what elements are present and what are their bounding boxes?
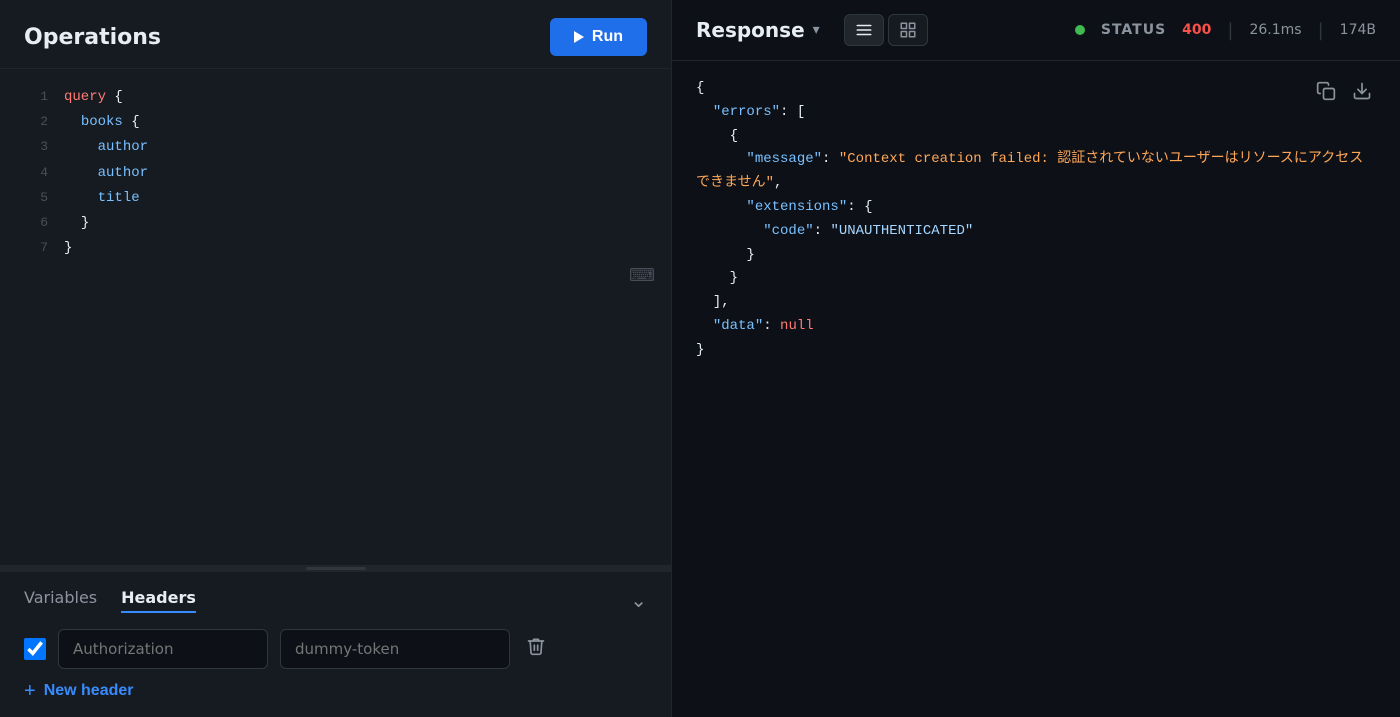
status-code: 400 [1182,22,1211,38]
tab-variables[interactable]: Variables [24,588,97,613]
left-panel: Operations Run 1 query { 2 books { 3 aut… [0,0,672,717]
run-button[interactable]: Run [550,18,647,56]
code-line: 5 title [0,186,671,211]
view-toggle [844,14,928,46]
authorization-key-input[interactable] [58,629,268,669]
main-layout: Operations Run 1 query { 2 books { 3 aut… [0,0,1400,717]
right-panel: Response ▾ [672,0,1400,717]
code-line: 2 books { [0,110,671,135]
bottom-panel: Variables Headers ⌄ [0,571,671,717]
response-actions [1312,77,1376,110]
response-title[interactable]: Response ▾ [696,18,820,42]
status-label: STATUS [1101,22,1166,38]
status-dot [1075,25,1085,35]
response-header: Response ▾ [672,0,1400,61]
tabs-row: Variables Headers ⌄ [24,588,647,613]
response-size: 174B [1340,22,1376,38]
operations-title: Operations [24,25,161,50]
new-header-label: New header [44,682,134,700]
tab-list: Variables Headers [24,588,196,613]
copy-button[interactable] [1312,77,1340,110]
code-line: 7 } [0,236,671,261]
header-row [24,629,647,669]
chevron-down-icon: ▾ [813,22,820,38]
collapse-button[interactable]: ⌄ [630,588,647,613]
code-line: 3 author [0,135,671,160]
resize-handle-inner [306,567,366,570]
keyboard-icon: ⌨ [629,265,655,286]
download-button[interactable] [1348,77,1376,110]
grid-view-button[interactable] [888,14,928,46]
response-meta: STATUS 400 | 26.1ms | 174B [1075,20,1376,41]
delete-header-button[interactable] [522,632,550,666]
json-viewer: { "errors": [ { "message": "Context crea… [696,77,1376,363]
header-checkbox[interactable] [24,638,46,660]
new-header-button[interactable]: + New header [24,681,134,701]
run-icon [574,31,584,43]
list-view-button[interactable] [844,14,884,46]
operations-header: Operations Run [0,0,671,69]
code-line: 6 } [0,211,671,236]
tab-headers[interactable]: Headers [121,588,196,613]
authorization-value-input[interactable] [280,629,510,669]
code-editor[interactable]: 1 query { 2 books { 3 author 4 author 5 … [0,69,671,565]
response-body: { "errors": [ { "message": "Context crea… [672,61,1400,717]
keyboard-icon-area: ⌨ [0,261,671,294]
plus-icon: + [24,681,36,701]
response-time: 26.1ms [1249,22,1301,38]
code-line: 4 author [0,161,671,186]
run-label: Run [592,28,623,46]
code-line: 1 query { [0,85,671,110]
